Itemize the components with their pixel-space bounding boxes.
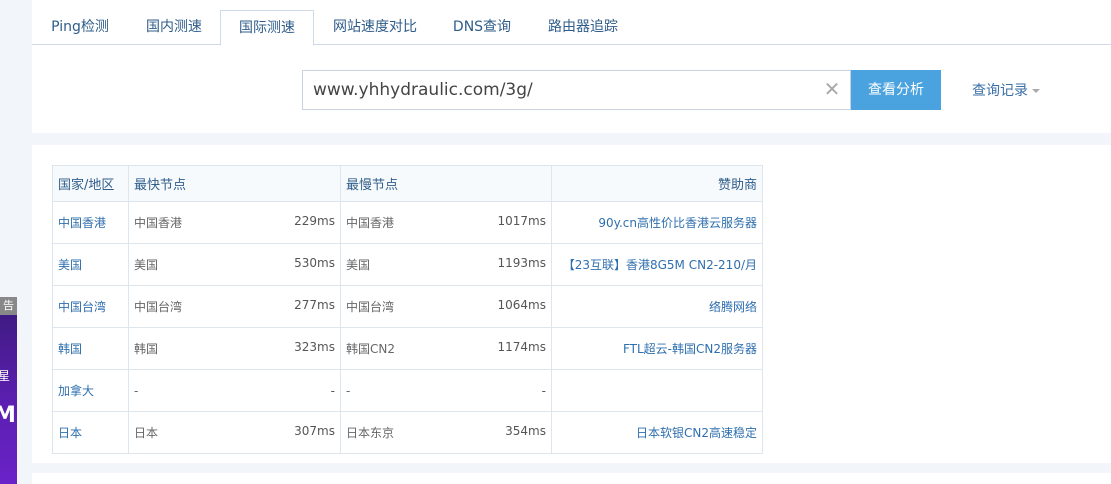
- ad-banner[interactable]: 告 星 M: [0, 297, 17, 484]
- fastest-cell: 美国 530ms: [128, 243, 341, 286]
- region-cell[interactable]: 中国香港: [52, 201, 129, 244]
- region-cell[interactable]: 美国: [52, 243, 129, 286]
- latency-value: 1064ms: [497, 298, 546, 312]
- table-header-row: 国家/地区 最快节点 最慢节点 赞助商: [52, 165, 763, 202]
- history-dropdown[interactable]: 查询记录: [972, 80, 1040, 100]
- search-box: ✕: [302, 70, 851, 110]
- sponsor-link[interactable]: 络腾网络: [551, 285, 763, 328]
- table-row: 中国香港 中国香港 229ms 中国香港 1017ms 90y.cn高性价比香港云服…: [52, 201, 763, 244]
- slowest-cell: 美国 1193ms: [340, 243, 552, 286]
- latency-value: 323ms: [294, 340, 335, 354]
- table-row: 加拿大 -- --: [52, 369, 763, 412]
- latency-value: 229ms: [294, 214, 335, 228]
- latency-value: 277ms: [294, 298, 335, 312]
- node-name: 韩国: [134, 342, 159, 356]
- results-panel: 国家/地区 最快节点 最慢节点 赞助商 中国香港 中国香港 229ms 中国香港 1…: [32, 145, 1111, 463]
- table-row: 日本 日本 307ms 日本东京 354ms 日本软银CN2高速稳定: [52, 411, 763, 454]
- table-row: 中国台湾 中国台湾 277ms 中国台湾 1064ms 络腾网络: [52, 285, 763, 328]
- tab-dns[interactable]: DNS查询: [436, 10, 528, 45]
- latency-value: 354ms: [505, 424, 546, 438]
- node-name: 中国香港: [134, 216, 183, 230]
- header-sponsor: 赞助商: [551, 165, 763, 202]
- node-name: 中国台湾: [134, 300, 183, 314]
- sponsor-link[interactable]: [551, 369, 763, 412]
- history-label: 查询记录: [972, 83, 1028, 99]
- node-name: 日本: [134, 426, 159, 440]
- fastest-cell: 日本 307ms: [128, 411, 341, 454]
- region-cell[interactable]: 日本: [52, 411, 129, 454]
- chevron-down-icon: [1032, 89, 1040, 93]
- sponsor-link[interactable]: 90y.cn高性价比香港云服务器: [551, 201, 763, 244]
- latency-value: 530ms: [294, 256, 335, 270]
- latency-value: 1193ms: [497, 256, 546, 270]
- results-table: 国家/地区 最快节点 最慢节点 赞助商 中国香港 中国香港 229ms 中国香港 1…: [52, 165, 763, 454]
- slowest-cell: 日本东京 354ms: [340, 411, 552, 454]
- tab-international-speed[interactable]: 国际测速: [220, 10, 314, 46]
- region-cell[interactable]: 加拿大: [52, 369, 129, 412]
- table-row: 美国 美国 530ms 美国 1193ms 【23互联】香港8G5M CN2-210…: [52, 243, 763, 286]
- latency-value: 1174ms: [497, 340, 546, 354]
- node-name: -: [134, 383, 139, 398]
- tab-traceroute[interactable]: 路由器追踪: [528, 10, 638, 45]
- analyze-button[interactable]: 查看分析: [851, 70, 941, 110]
- table-row: 韩国 韩国 323ms 韩国CN2 1174ms FTL超云-韩国CN2服务器: [52, 327, 763, 370]
- node-name: -: [346, 383, 351, 398]
- header-region: 国家/地区: [52, 165, 129, 202]
- ad-tag: 告: [0, 297, 17, 315]
- slowest-cell: 韩国CN2 1174ms: [340, 327, 552, 370]
- tab-ping[interactable]: Ping检测: [32, 10, 128, 45]
- sponsor-link[interactable]: 日本软银CN2高速稳定: [551, 411, 763, 454]
- node-name: 韩国CN2: [346, 342, 395, 356]
- region-cell[interactable]: 中国台湾: [52, 285, 129, 328]
- url-input[interactable]: [303, 71, 813, 109]
- fastest-cell: --: [128, 369, 341, 412]
- node-name: 日本东京: [346, 426, 395, 440]
- tab-bar: Ping检测 国内测速 国际测速 网站速度对比 DNS查询 路由器追踪: [32, 10, 1111, 46]
- header-fastest: 最快节点: [128, 165, 341, 202]
- sponsor-link[interactable]: FTL超云-韩国CN2服务器: [551, 327, 763, 370]
- close-icon[interactable]: ✕: [822, 79, 842, 99]
- next-panel: [32, 473, 1111, 484]
- slowest-cell: 中国香港 1017ms: [340, 201, 552, 244]
- slowest-cell: --: [340, 369, 552, 412]
- tab-site-compare[interactable]: 网站速度对比: [314, 10, 436, 45]
- latency-value: 307ms: [294, 424, 335, 438]
- node-name: 美国: [134, 258, 159, 272]
- fastest-cell: 中国香港 229ms: [128, 201, 341, 244]
- fastest-cell: 韩国 323ms: [128, 327, 341, 370]
- sponsor-link[interactable]: 【23互联】香港8G5M CN2-210/月: [551, 243, 763, 286]
- node-name: 中国台湾: [346, 300, 395, 314]
- header-slowest: 最慢节点: [340, 165, 552, 202]
- region-cell[interactable]: 韩国: [52, 327, 129, 370]
- tab-domestic-speed[interactable]: 国内测速: [128, 10, 220, 45]
- slowest-cell: 中国台湾 1064ms: [340, 285, 552, 328]
- node-name: 美国: [346, 258, 371, 272]
- fastest-cell: 中国台湾 277ms: [128, 285, 341, 328]
- latency-value: 1017ms: [497, 214, 546, 228]
- latency-value: -: [330, 383, 335, 398]
- ad-text-large: M: [0, 403, 16, 428]
- latency-value: -: [541, 383, 546, 398]
- ad-text: 星: [0, 369, 11, 383]
- node-name: 中国香港: [346, 216, 395, 230]
- search-panel: Ping检测 国内测速 国际测速 网站速度对比 DNS查询 路由器追踪 ✕ 查看…: [32, 0, 1111, 133]
